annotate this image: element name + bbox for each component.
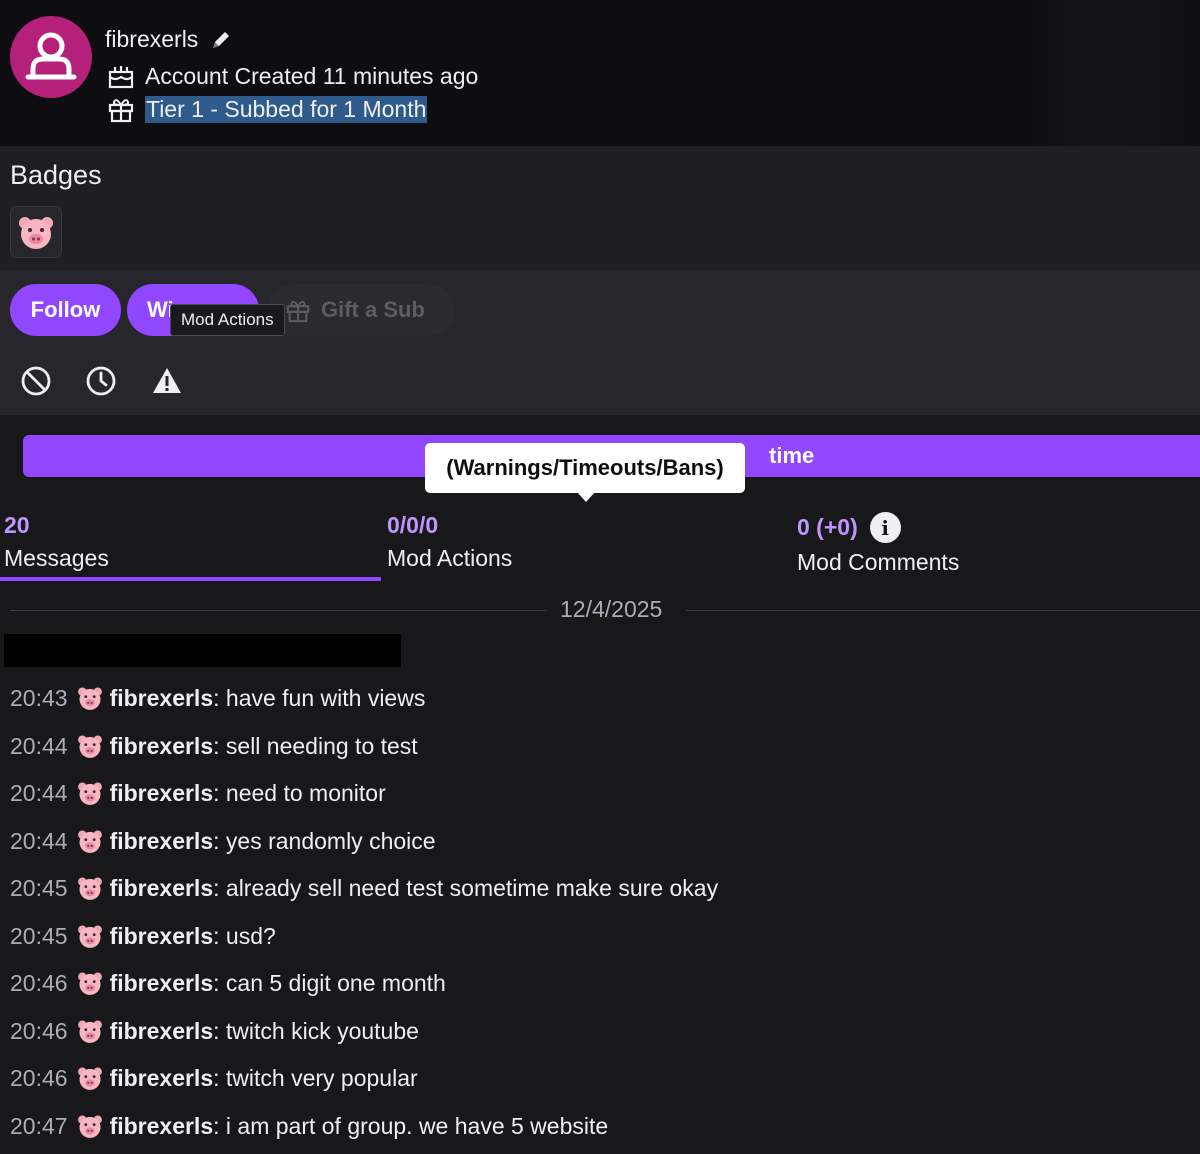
list-item: 20:47 fibrexerls : i am part of group. w… [10,1110,1190,1154]
messages-count: 20 [4,512,30,538]
message-text: : have fun with views [213,685,426,711]
follow-button[interactable]: Follow [10,284,121,336]
message-text: : usd? [213,922,276,949]
timeout-clock-icon[interactable] [85,365,117,397]
pig-badge-icon [77,1067,102,1090]
subscription-row: Tier 1 - Subbed for 1 Month [107,95,428,123]
badge-item[interactable] [10,206,62,258]
message-text: : need to monitor [213,780,386,806]
message-username[interactable]: fibrexerls [110,730,214,762]
message-text: : already sell need test sometime make s… [213,875,719,901]
message-timestamp: 20:45 [10,875,68,901]
date-divider: 12/4/2025 [10,596,1200,626]
mod-comments-label: Mod Comments [797,549,960,575]
message-text: : sell needing to test [213,732,418,759]
mod-actions-tooltip: Mod Actions [170,304,285,336]
badges-section: Badges [0,146,1200,270]
list-item: 20:46 fibrexerls : twitch kick youtube [10,1015,1190,1063]
gift-icon [108,99,134,123]
warnings-tooltip-arrow [577,492,595,502]
messages-label: Messages [4,545,109,571]
date-divider-line-left [10,610,547,611]
pig-badge-icon [77,1020,102,1043]
message-text: : twitch kick youtube [213,1017,419,1044]
pig-badge-icon [77,877,102,900]
user-card-header: fibrexerls Account Created 11 minutes ag… [0,0,1200,146]
date-divider-text: 12/4/2025 [560,596,663,622]
message-text: : twitch very popular [213,1065,418,1091]
timeout-history-bar-text: time [769,443,815,468]
list-item: 20:46 fibrexerls : twitch very popular [10,1062,1190,1110]
redacted-block [4,634,401,667]
message-timestamp: 20:44 [10,780,68,806]
list-item: 20:45 fibrexerls : usd? [10,920,1190,968]
message-username[interactable]: fibrexerls [110,1110,214,1142]
pig-badge-icon [77,925,102,948]
message-username[interactable]: fibrexerls [110,682,214,714]
message-list: 20:43 fibrexerls : have fun with views 2… [10,682,1190,1154]
warning-icon[interactable] [151,365,183,397]
message-text: : yes randomly choice [213,827,436,854]
list-item: 20:44 fibrexerls : need to monitor [10,777,1190,825]
gift-sub-button[interactable]: Gift a Sub [267,284,455,336]
pig-badge-icon [77,830,102,853]
pig-badge-icon [77,687,102,710]
gift-sub-label: Gift a Sub [321,297,425,322]
pig-badge-icon [19,217,53,249]
message-username[interactable]: fibrexerls [110,967,214,999]
account-created-text: Account Created 11 minutes ago [145,62,479,89]
edit-pencil-icon[interactable] [210,29,232,51]
cake-icon [108,66,134,89]
message-timestamp: 20:46 [10,970,68,996]
date-divider-line-right [686,610,1200,611]
account-created-row: Account Created 11 minutes ago [107,62,478,90]
message-username[interactable]: fibrexerls [110,872,214,904]
gift-icon [286,300,310,323]
message-username[interactable]: fibrexerls [110,1062,214,1094]
subscription-text: Tier 1 - Subbed for 1 Month [145,95,428,123]
ban-icon[interactable] [20,365,52,397]
active-tab-indicator [0,577,381,581]
message-timestamp: 20:43 [10,685,68,711]
message-timestamp: 20:46 [10,1017,68,1044]
username[interactable]: fibrexerls [105,26,198,53]
avatar-user-icon [25,32,77,80]
message-timestamp: 20:47 [10,1112,68,1139]
tab-mod-actions[interactable]: 0/0/0 Mod Actions [387,512,512,572]
message-username[interactable]: fibrexerls [110,1015,214,1047]
pig-badge-icon [77,1115,102,1138]
list-item: 20:46 fibrexerls : can 5 digit one month [10,967,1190,1015]
message-timestamp: 20:45 [10,922,68,949]
header-background-shade [1020,0,1200,146]
message-text: : i am part of group. we have 5 website [213,1112,609,1139]
message-username[interactable]: fibrexerls [110,825,214,857]
pig-badge-icon [77,782,102,805]
warnings-tooltip: (Warnings/Timeouts/Bans) [425,443,745,493]
message-username[interactable]: fibrexerls [110,920,214,952]
list-item: 20:45 fibrexerls : already sell need tes… [10,872,1190,920]
list-item: 20:43 fibrexerls : have fun with views [10,682,1190,730]
pig-badge-icon [77,972,102,995]
mod-actions-label: Mod Actions [387,545,513,571]
tab-mod-comments[interactable]: 0 (+0) i Mod Comments [797,512,959,576]
avatar[interactable] [10,16,92,98]
message-timestamp: 20:44 [10,732,68,759]
message-timestamp: 20:46 [10,1065,68,1091]
list-item: 20:44 fibrexerls : yes randomly choice [10,825,1190,873]
username-row: fibrexerls [105,26,232,53]
message-timestamp: 20:44 [10,827,68,854]
tab-messages[interactable]: 20 Messages [4,512,109,572]
mod-comments-count-row: 0 (+0) i [797,512,959,543]
info-icon[interactable]: i [869,512,901,543]
actions-section: Follow Wi Gift a Sub Mod Actions [0,270,1200,415]
message-text: : can 5 digit one month [213,970,446,996]
badges-title: Badges [10,160,102,190]
message-username[interactable]: fibrexerls [110,777,214,809]
pig-badge-icon [77,735,102,758]
list-item: 20:44 fibrexerls : sell needing to test [10,730,1190,778]
mod-actions-count: 0/0/0 [387,512,439,538]
mod-comments-count: 0 (+0) [797,514,858,540]
